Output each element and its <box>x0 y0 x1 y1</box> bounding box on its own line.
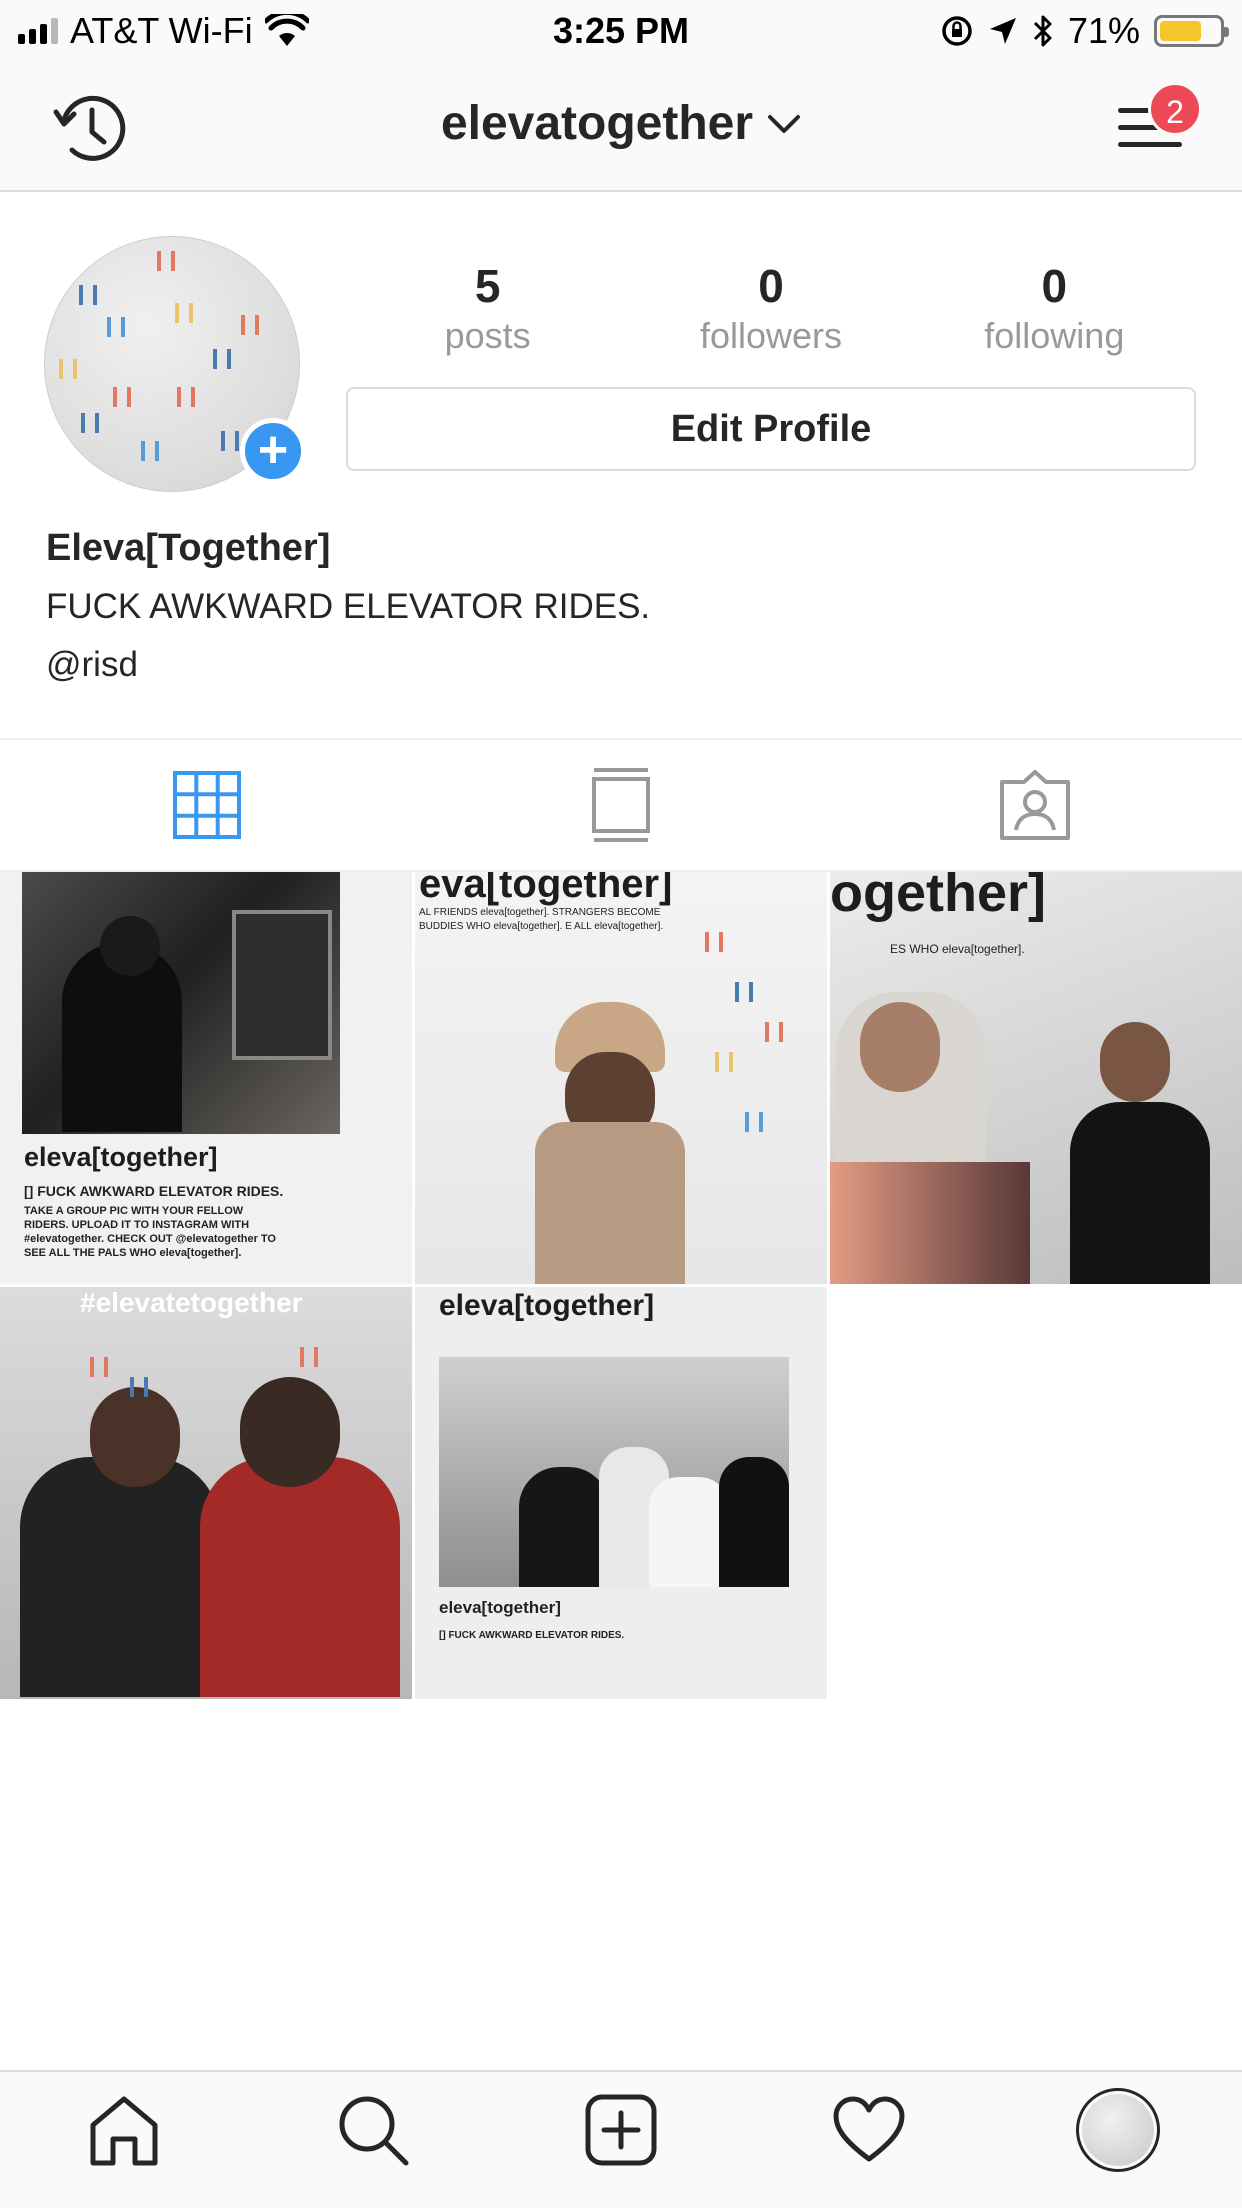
location-icon <box>989 18 1016 44</box>
post-caption-title: ogether] <box>830 872 1046 923</box>
post-caption-title: eva[together] <box>419 872 673 906</box>
profile-name: Eleva[Together] <box>46 527 331 569</box>
tab-activity[interactable] <box>745 2072 993 2208</box>
stat-following[interactable]: 0 following <box>913 258 1196 358</box>
battery-percent: 71% <box>1067 10 1140 51</box>
tagged-icon <box>1000 770 1070 840</box>
post-photo <box>20 1457 220 1697</box>
bio-text: FUCK AWKWARD ELEVATOR RIDES. <box>46 587 651 626</box>
add-post-icon <box>585 2094 657 2166</box>
posts-count: 5 <box>474 260 501 312</box>
profile-avatar-small <box>1075 2088 1160 2172</box>
post-thumbnail[interactable]: eleva[together] eleva[together] [] FUCK … <box>415 1287 827 1699</box>
tab-grid[interactable] <box>0 740 414 870</box>
profile-bio: Eleva[Together] FUCK AWKWARD ELEVATOR RI… <box>46 520 1196 694</box>
followers-count: 0 <box>758 260 784 312</box>
tab-tagged[interactable] <box>828 740 1242 870</box>
account-switcher[interactable]: elevatogether <box>0 96 1242 151</box>
chevron-down-icon <box>768 114 801 133</box>
post-caption-title: #elevatetogether <box>80 1287 303 1318</box>
profile-stats: 5 posts 0 followers 0 following <box>346 258 1196 358</box>
following-count: 0 <box>1041 260 1068 312</box>
post-thumbnail[interactable]: #elevatetogether <box>0 1287 412 1699</box>
post-caption-line: ES WHO eleva[together]. <box>890 942 1025 956</box>
post-caption-line: eleva[together] <box>439 1598 561 1617</box>
bottom-tab-bar <box>0 2070 1242 2208</box>
followers-label: followers <box>699 315 843 356</box>
add-story-button[interactable]: + <box>240 418 306 484</box>
bluetooth-icon <box>1033 15 1052 47</box>
tab-profile[interactable] <box>994 2072 1242 2208</box>
stat-followers[interactable]: 0 followers <box>629 258 912 358</box>
post-photo <box>439 1357 789 1587</box>
orientation-lock-icon <box>942 16 972 46</box>
activity-heart-icon <box>833 2096 905 2162</box>
username-title: elevatogether <box>440 97 754 150</box>
post-thumbnail[interactable]: eleva[together] [] FUCK AWKWARD ELEVATOR… <box>0 872 412 1284</box>
post-thumbnail[interactable]: eva[together] AL FRIENDS eleva[together]… <box>415 872 827 1284</box>
following-label: following <box>984 315 1125 356</box>
post-caption-title: eleva[together] <box>24 1142 218 1172</box>
posts-label: posts <box>444 315 531 356</box>
home-icon <box>90 2096 158 2166</box>
battery-icon <box>1154 15 1229 47</box>
profile-avatar-wrap[interactable]: + <box>44 236 306 492</box>
notification-badge: 2 <box>1148 82 1202 136</box>
status-bar: AT&T Wi-Fi 3:25 PM 71% <box>0 0 1242 62</box>
search-icon <box>339 2096 409 2166</box>
post-caption-body: TAKE A GROUP PIC WITH YOUR FELLOW RIDERS… <box>24 1205 276 1259</box>
status-right: 71% <box>940 10 1229 52</box>
bio-mention-link[interactable]: @risd <box>46 636 1196 694</box>
grid-icon <box>173 771 241 839</box>
tab-home[interactable] <box>0 2072 248 2208</box>
post-caption-line: [] FUCK AWKWARD ELEVATOR RIDES. <box>24 1183 284 1199</box>
battery-level <box>1160 21 1202 41</box>
post-caption-title: eleva[together] <box>439 1289 655 1322</box>
profile-tabs <box>0 738 1242 872</box>
edit-profile-button[interactable]: Edit Profile <box>346 387 1196 471</box>
post-caption-body: [] FUCK AWKWARD ELEVATOR RIDES. <box>439 1630 625 1641</box>
stat-posts[interactable]: 5 posts <box>346 258 629 358</box>
tab-feed[interactable] <box>414 740 828 870</box>
profile-nav-bar: elevatogether 2 <box>0 62 1242 192</box>
feed-icon <box>592 768 650 842</box>
tab-new-post[interactable] <box>497 2072 745 2208</box>
post-thumbnail[interactable]: ogether] ES WHO eleva[together]. <box>830 872 1242 1284</box>
tab-search[interactable] <box>248 2072 496 2208</box>
post-photo <box>22 872 340 1134</box>
post-caption-line: AL FRIENDS eleva[together]. STRANGERS BE… <box>419 907 664 932</box>
